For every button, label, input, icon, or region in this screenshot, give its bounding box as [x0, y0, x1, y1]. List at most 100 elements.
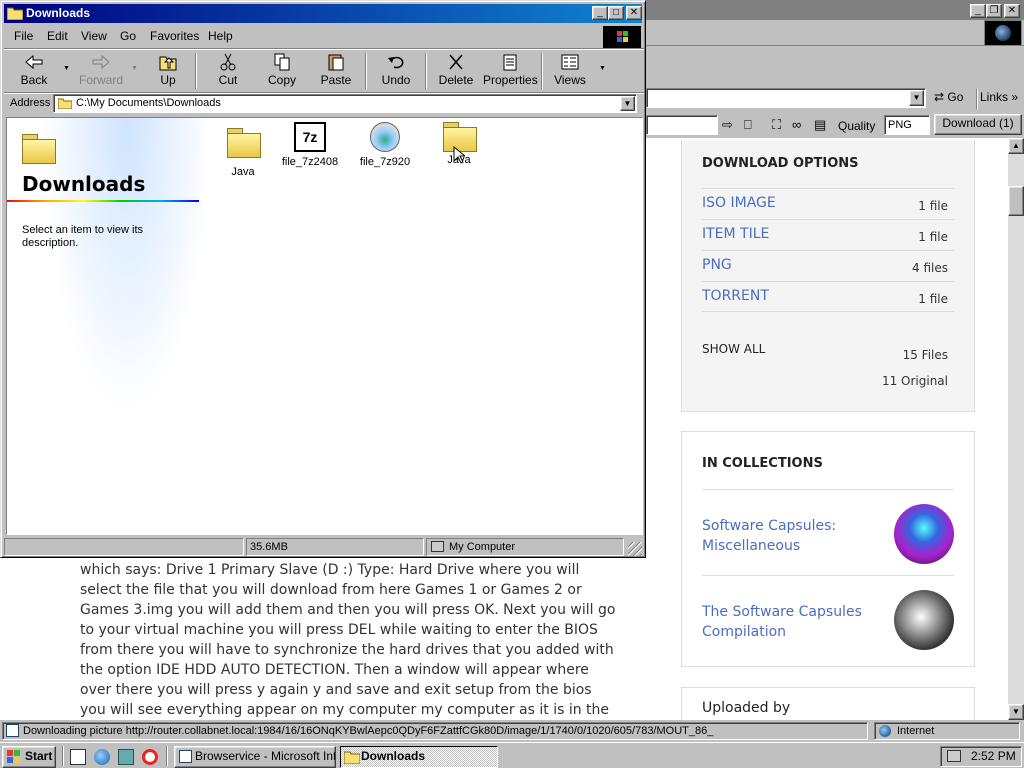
- menu-view[interactable]: View: [81, 29, 107, 43]
- quality-select[interactable]: PNG: [884, 115, 930, 135]
- file-name: file_7z2408: [281, 156, 339, 168]
- quality-value: PNG: [888, 119, 912, 131]
- page-scrollbar[interactable]: ▲ ▼: [1008, 138, 1024, 720]
- scroll-down-icon[interactable]: ▼: [1008, 704, 1024, 720]
- download-row-png[interactable]: PNG 4 files: [702, 250, 954, 281]
- bookmark-icon[interactable]: ⎕: [744, 117, 752, 133]
- paste-label: Paste: [320, 73, 352, 87]
- site-address-input[interactable]: [646, 115, 718, 135]
- paste-button[interactable]: Paste: [313, 51, 359, 91]
- restore-button[interactable]: ❐: [986, 4, 1002, 18]
- file-name: Java: [231, 166, 255, 178]
- download-row-torrent[interactable]: TORRENT 1 file: [702, 281, 954, 312]
- forward-button[interactable]: Forward: [77, 51, 125, 91]
- download-row-item-tile[interactable]: ITEM TILE 1 file: [702, 219, 954, 250]
- collection-thumbnail[interactable]: [894, 590, 954, 650]
- undo-button[interactable]: Undo: [375, 51, 417, 91]
- collection-link[interactable]: Software Capsules: Miscellaneous: [702, 516, 872, 556]
- views-icon: [560, 53, 580, 71]
- address-input[interactable]: C:\My Documents\Downloads ▼: [53, 94, 637, 113]
- properties-button[interactable]: Properties: [483, 51, 538, 91]
- divider: [195, 53, 197, 89]
- computer-icon: [431, 541, 444, 552]
- mouse-cursor-icon: [453, 145, 467, 164]
- chevron-down-icon[interactable]: ▼: [131, 65, 138, 72]
- browser-icon: [179, 750, 192, 763]
- browser-toolbar: [646, 46, 1024, 86]
- divider: [62, 746, 64, 766]
- minimize-button[interactable]: _: [970, 4, 986, 18]
- close-button[interactable]: ✕: [1004, 4, 1020, 18]
- file-name: file_7z920: [359, 156, 411, 168]
- divider: [7, 200, 199, 202]
- binoculars-icon[interactable]: ∞: [792, 117, 801, 132]
- opera-icon[interactable]: [142, 749, 158, 765]
- go-label: Go: [947, 90, 964, 104]
- links-label: Links: [980, 90, 1009, 104]
- task-browser[interactable]: Browservice - Microsoft Int...: [174, 746, 336, 768]
- back-arrow-icon: [24, 53, 44, 71]
- task-downloads[interactable]: Downloads: [340, 746, 498, 768]
- up-label: Up: [160, 73, 176, 87]
- show-all-link[interactable]: SHOW ALL: [702, 342, 765, 356]
- chevron-down-icon[interactable]: ▼: [63, 65, 70, 72]
- scroll-up-icon[interactable]: ▲: [1008, 138, 1024, 154]
- collection-item[interactable]: Software Capsules: Miscellaneous: [702, 489, 954, 573]
- cut-label: Cut: [218, 73, 238, 87]
- scroll-thumb[interactable]: [1008, 186, 1024, 216]
- minimize-button[interactable]: _: [592, 6, 608, 20]
- undo-label: Undo: [381, 73, 411, 87]
- divider: [541, 53, 543, 89]
- menu-favorites[interactable]: Favorites: [150, 29, 199, 43]
- clock[interactable]: 2:52 PM: [971, 749, 1016, 763]
- clipboard-icon[interactable]: ▤: [814, 117, 826, 133]
- navigate-arrow-icon[interactable]: ⇨: [722, 117, 733, 133]
- folder-view[interactable]: Downloads Select an item to view its des…: [6, 117, 643, 535]
- total-files: 15 Files: [902, 348, 948, 362]
- download-label[interactable]: PNG: [702, 257, 732, 273]
- menu-go[interactable]: Go: [120, 29, 136, 43]
- go-button[interactable]: ⇄ Go: [934, 90, 963, 104]
- explorer-title-bar[interactable]: Downloads _ □ ✕: [4, 4, 642, 23]
- url-input[interactable]: ▼: [646, 88, 926, 108]
- internet-explorer-icon[interactable]: [94, 749, 110, 765]
- collection-thumbnail[interactable]: [894, 504, 954, 564]
- show-desktop-icon[interactable]: [70, 749, 86, 765]
- menu-edit[interactable]: Edit: [47, 29, 68, 43]
- download-options-panel: DOWNLOAD OPTIONS ISO IMAGE 1 file ITEM T…: [681, 140, 975, 412]
- collection-item[interactable]: The Software Capsules Compilation: [702, 575, 954, 659]
- file-item[interactable]: 7z file_7z2408: [272, 122, 348, 168]
- views-button[interactable]: Views: [549, 51, 591, 91]
- network-icon[interactable]: [947, 750, 961, 762]
- start-button[interactable]: Start: [2, 746, 56, 768]
- collection-link[interactable]: The Software Capsules Compilation: [702, 602, 872, 642]
- dropdown-arrow-icon[interactable]: ▼: [620, 96, 635, 111]
- properties-label: Properties: [483, 73, 538, 87]
- find-icon[interactable]: ⛶: [772, 117, 781, 133]
- download-row-iso[interactable]: ISO IMAGE 1 file: [702, 188, 954, 219]
- chevron-down-icon[interactable]: ▼: [599, 65, 606, 72]
- collections-panel: IN COLLECTIONS Software Capsules: Miscel…: [681, 431, 975, 667]
- up-button[interactable]: Up: [147, 51, 189, 91]
- menu-file[interactable]: File: [14, 29, 33, 43]
- views-label: Views: [554, 73, 586, 87]
- back-button[interactable]: Back: [13, 51, 55, 91]
- download-button[interactable]: Download (1): [934, 114, 1022, 135]
- maximize-button[interactable]: □: [608, 6, 624, 20]
- menu-help[interactable]: Help: [208, 29, 233, 43]
- resize-grip-icon[interactable]: [628, 542, 642, 556]
- delete-button[interactable]: Delete: [435, 51, 477, 91]
- download-label[interactable]: ISO IMAGE: [702, 195, 776, 211]
- file-item[interactable]: file_7z920: [347, 122, 423, 168]
- links-button[interactable]: Links »: [980, 90, 1018, 104]
- download-label[interactable]: ITEM TILE: [702, 226, 769, 242]
- copy-button[interactable]: Copy: [261, 51, 303, 91]
- close-button[interactable]: ✕: [626, 6, 642, 20]
- address-label: Address: [10, 97, 51, 109]
- file-item[interactable]: Java: [205, 128, 281, 178]
- dropdown-arrow-icon[interactable]: ▼: [909, 90, 924, 106]
- cut-button[interactable]: Cut: [207, 51, 249, 91]
- download-button-label: Download (1): [942, 116, 1014, 130]
- outlook-express-icon[interactable]: [118, 749, 134, 765]
- download-label[interactable]: TORRENT: [702, 288, 769, 304]
